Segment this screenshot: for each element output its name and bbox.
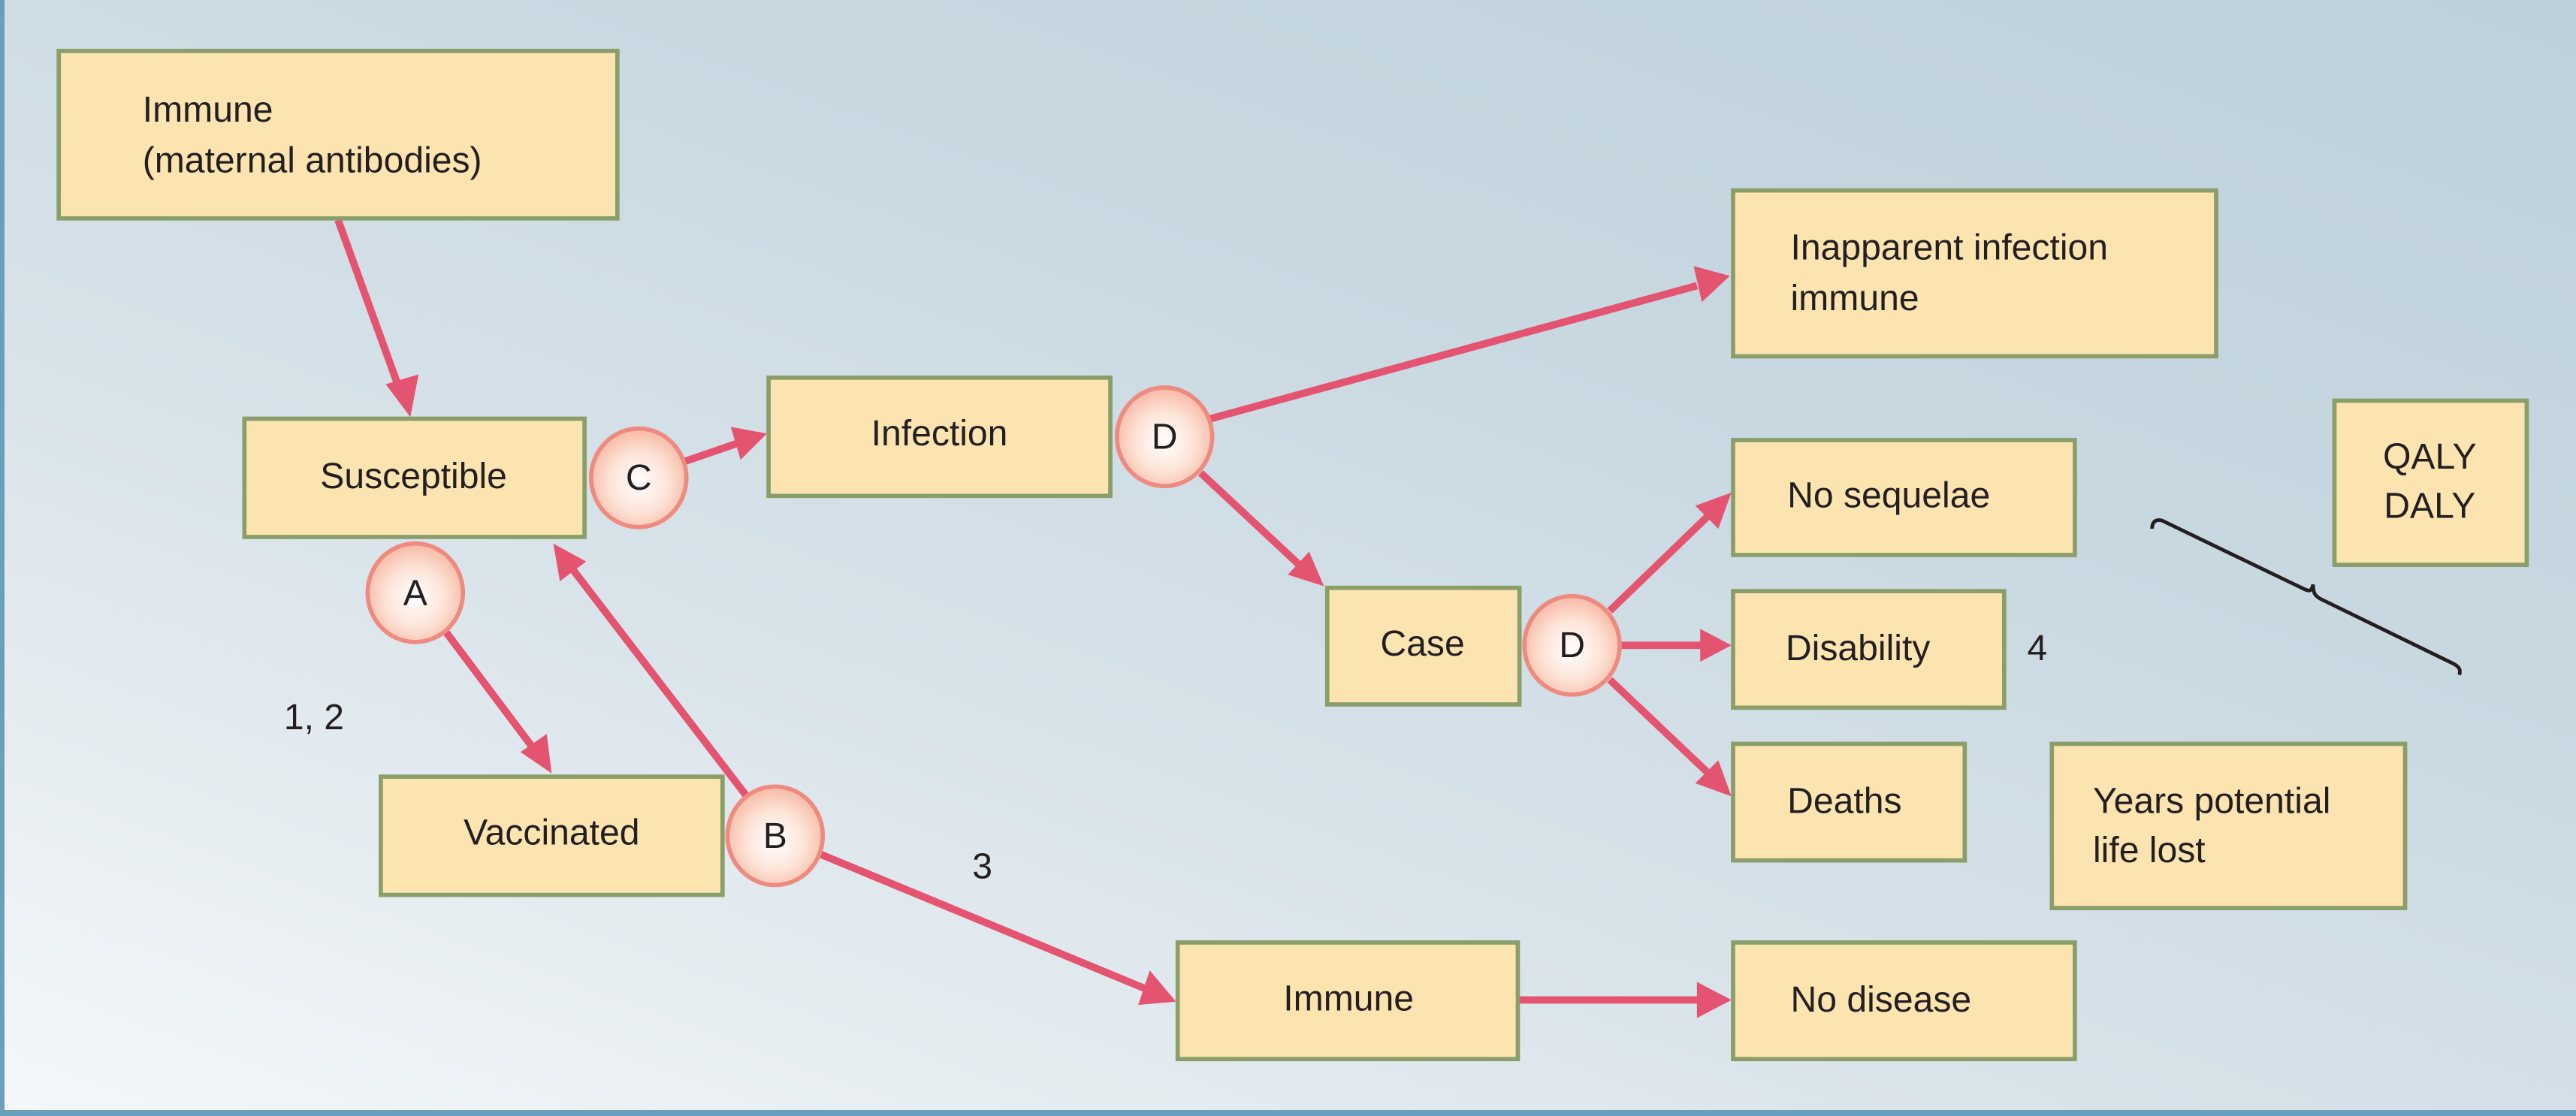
- note-3: 3: [972, 846, 992, 887]
- box-label: Infection: [871, 413, 1008, 454]
- box-qaly-daly: QALY DALY: [2332, 398, 2529, 567]
- box-label: Case: [1380, 623, 1464, 664]
- note-4: 4: [2027, 628, 2047, 668]
- arrow-d-to-deaths: [1607, 677, 1710, 775]
- arrows: [334, 219, 1732, 1018]
- box-disability: Disability: [1731, 589, 2007, 710]
- arrow-a-to-vaccinated: [442, 628, 537, 751]
- circle-node-a: A: [365, 541, 466, 644]
- box-vaccinated: Vaccinated: [379, 774, 725, 897]
- arrow-d-to-inapparent: [1209, 282, 1699, 423]
- diagram-canvas: Immune (maternal antibodies) Susceptible…: [0, 0, 2576, 1116]
- box-label: Deaths: [1787, 780, 1901, 821]
- circle-label: D: [1152, 417, 1178, 457]
- arrow-d-to-case: [1197, 470, 1302, 568]
- arrow-head: [385, 374, 419, 418]
- box-deaths: Deaths: [1731, 741, 1967, 863]
- box-case: Case: [1324, 585, 1522, 707]
- flow-diagram: Immune (maternal antibodies) Susceptible…: [56, 48, 2529, 1062]
- box-label: (maternal antibodies): [143, 140, 482, 181]
- box-years-potential-life-lost: Years potential life lost: [2049, 741, 2408, 910]
- arrow-maternal-to-susceptible: [334, 219, 403, 389]
- box-label: immune: [1791, 278, 1919, 318]
- circle-label: C: [626, 457, 652, 498]
- circle-node-b: B: [725, 784, 826, 888]
- box-no-sequelae: No sequelae: [1731, 438, 2077, 557]
- box-label: Immune: [1283, 978, 1414, 1018]
- box-label: Inapparent infection: [1791, 227, 2109, 267]
- box-inapparent-infection: Inapparent infection immune: [1731, 188, 2218, 359]
- box-label: QALY: [2383, 436, 2477, 477]
- box-label: Disability: [1786, 628, 1930, 668]
- circle-node-d-infection: D: [1114, 385, 1215, 489]
- circle-node-d-case: D: [1522, 593, 1622, 697]
- arrow-b-to-susceptible: [569, 567, 749, 798]
- box-label: DALY: [2384, 485, 2475, 526]
- circle-label: D: [1559, 625, 1585, 665]
- arrow-c-to-infection: [683, 439, 739, 466]
- note-1-2: 1, 2: [284, 697, 344, 737]
- box-label: Susceptible: [320, 456, 507, 496]
- box-immune-vaccinated: Immune: [1175, 940, 1521, 1062]
- box-susceptible: Susceptible: [242, 416, 587, 539]
- arrow-head: [1693, 266, 1730, 303]
- box-label: life lost: [2093, 830, 2206, 870]
- arrow-head: [730, 427, 767, 460]
- arrow-d-to-no-sequelae: [1607, 514, 1710, 614]
- circle-node-c: C: [588, 426, 689, 529]
- box-label: No disease: [1791, 979, 1972, 1020]
- box-label: Immune: [143, 89, 273, 130]
- circle-label: B: [763, 816, 787, 856]
- arrow-head: [1700, 629, 1732, 662]
- box-no-disease: No disease: [1731, 940, 2077, 1062]
- box-label: Years potential: [2093, 780, 2330, 821]
- arrow-head: [1696, 982, 1732, 1018]
- box-label: Vaccinated: [464, 813, 639, 853]
- box-immune-maternal: Immune (maternal antibodies): [56, 48, 620, 221]
- circle-label: A: [403, 572, 427, 613]
- box-infection: Infection: [766, 376, 1113, 499]
- box-label: No sequelae: [1787, 475, 1990, 516]
